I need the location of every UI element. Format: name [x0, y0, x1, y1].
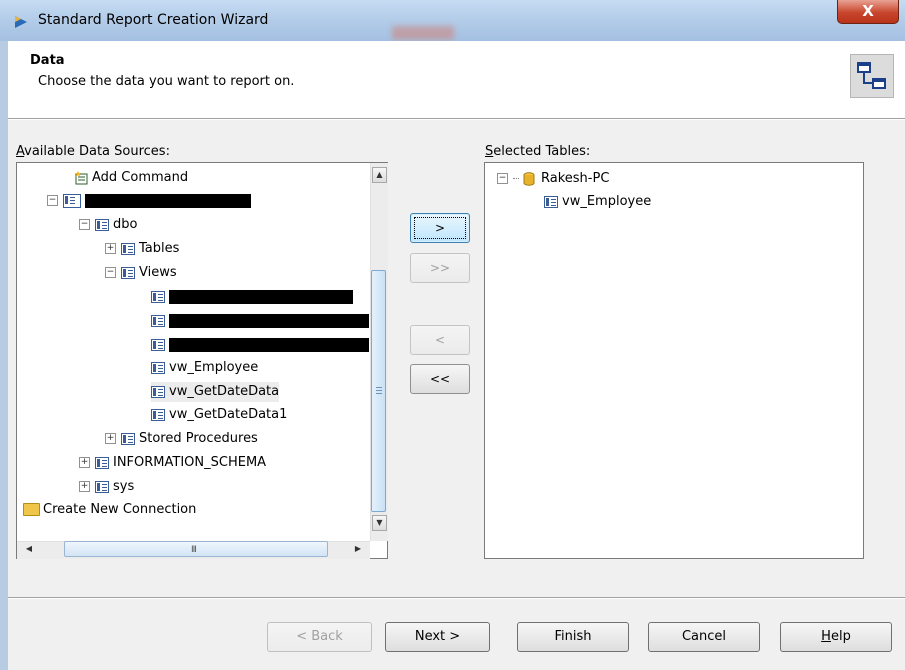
expand-icon[interactable]: + [105, 433, 116, 444]
procedures-folder-icon [121, 432, 135, 445]
expand-icon[interactable]: + [79, 457, 90, 468]
scroll-right-arrow-icon[interactable]: ▶ [350, 542, 366, 558]
schema-icon [95, 218, 109, 231]
remove-table-button[interactable]: < [410, 325, 470, 355]
page-title: Data [30, 53, 65, 68]
tree-item-redacted-view[interactable] [151, 335, 369, 355]
tree-item-create-new-connection[interactable]: Create New Connection [23, 500, 196, 520]
database-node-icon [63, 193, 81, 208]
tree-item-stored-procedures[interactable]: + Stored Procedures [105, 429, 258, 449]
thumb-grip-icon [376, 387, 382, 394]
view-icon [151, 361, 165, 374]
next-button[interactable]: Next > [385, 622, 490, 652]
selected-tables-label: Selected Tables: [485, 144, 591, 159]
collapse-icon[interactable]: − [497, 173, 508, 184]
available-data-sources-tree[interactable]: Add Command − − dbo + Tables − Views vw_Emp… [16, 162, 388, 559]
add-command-icon [75, 170, 88, 184]
wizard-app-icon [15, 16, 27, 28]
tree-item-sys[interactable]: + sys [79, 477, 134, 497]
redacted-database-name [85, 193, 251, 208]
tree-item-view[interactable]: vw_GetDateData1 [151, 405, 287, 425]
view-icon [151, 385, 165, 398]
schema-icon [95, 480, 109, 493]
scroll-left-arrow-icon[interactable]: ◀ [21, 542, 37, 558]
schema-icon [95, 456, 109, 469]
page-subtitle: Choose the data you want to report on. [38, 74, 295, 89]
tree-item-views[interactable]: − Views [105, 263, 177, 283]
tree-item-database[interactable]: − [47, 191, 251, 211]
tree-item-information-schema[interactable]: + INFORMATION_SCHEMA [79, 453, 266, 473]
view-icon [151, 314, 165, 327]
view-icon [151, 290, 165, 303]
thumb-grip-icon: III [191, 545, 197, 555]
tree-connector [513, 178, 519, 179]
database-server-icon [523, 171, 535, 186]
view-icon [151, 338, 165, 351]
tree-item-view[interactable]: vw_Employee [151, 358, 258, 378]
expand-icon[interactable]: + [79, 481, 90, 492]
title-bar-blur [392, 26, 454, 40]
tree-item-dbo[interactable]: − dbo [79, 215, 137, 235]
collapse-icon[interactable]: − [105, 267, 116, 278]
tree-item-selected-table[interactable]: vw_Employee [544, 192, 651, 212]
expand-icon[interactable]: + [105, 243, 116, 254]
cancel-button[interactable]: Cancel [648, 622, 760, 652]
vertical-scroll-thumb[interactable] [371, 270, 386, 512]
wizard-header: Data Choose the data you want to report … [8, 41, 905, 119]
back-button[interactable]: < Back [267, 622, 372, 652]
title-bar: Standard Report Creation Wizard X [0, 0, 905, 42]
redacted-view-name [169, 337, 369, 352]
add-all-tables-button[interactable]: >> [410, 253, 470, 283]
views-folder-icon [121, 266, 135, 279]
collapse-icon[interactable]: − [79, 219, 90, 230]
selected-tables-tree[interactable]: − Rakesh-PC vw_Employee [484, 162, 864, 559]
window-title: Standard Report Creation Wizard [38, 12, 269, 28]
close-button[interactable]: X [837, 0, 899, 24]
view-icon [151, 408, 165, 421]
view-icon [544, 195, 558, 208]
tables-folder-icon [121, 242, 135, 255]
footer-separator [8, 597, 905, 599]
tree-item-redacted-view[interactable] [151, 311, 369, 331]
window-left-frame [0, 41, 8, 670]
horizontal-scroll-thumb[interactable]: III [64, 541, 328, 557]
remove-all-tables-button[interactable]: << [410, 364, 470, 394]
tree-item-tables[interactable]: + Tables [105, 239, 179, 259]
tree-item-redacted-view[interactable] [151, 287, 353, 307]
finish-button[interactable]: Finish [517, 622, 629, 652]
add-table-button[interactable]: > [410, 213, 470, 243]
scroll-up-arrow-icon[interactable]: ▲ [372, 167, 387, 183]
available-data-sources-label: Available Data Sources: [16, 144, 170, 159]
collapse-icon[interactable]: − [47, 195, 58, 206]
redacted-view-name [169, 313, 369, 328]
tree-item-add-command[interactable]: Add Command [74, 168, 188, 188]
data-link-icon [850, 54, 894, 98]
help-button[interactable]: Help [780, 622, 892, 652]
folder-icon [23, 503, 40, 516]
tree-item-server[interactable]: − Rakesh-PC [497, 169, 609, 189]
redacted-view-name [169, 289, 353, 304]
tree-item-view-selected[interactable]: vw_GetDateData [151, 382, 280, 402]
scroll-down-arrow-icon[interactable]: ▼ [372, 515, 387, 531]
